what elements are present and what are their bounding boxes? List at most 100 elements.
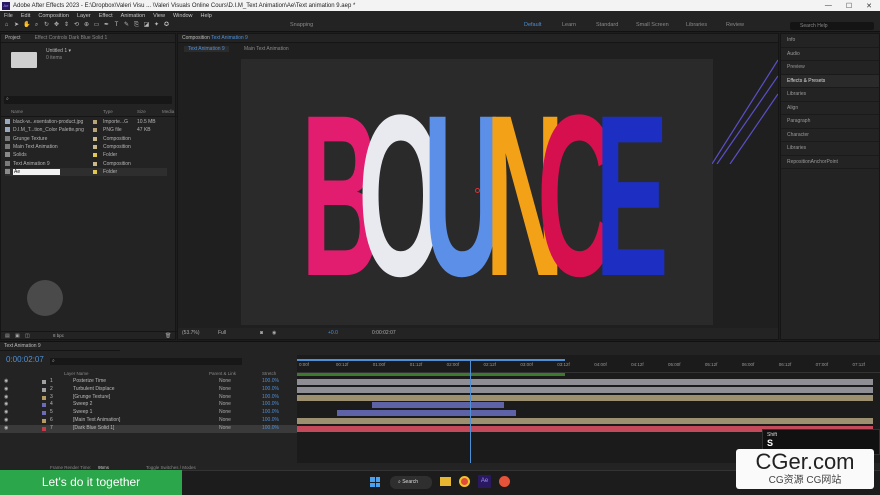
visibility-eye-icon[interactable]: ◉ [4, 394, 8, 402]
panel-character[interactable]: Character [781, 129, 879, 142]
menu-composition[interactable]: Composition [38, 13, 69, 19]
after-effects-taskbar-icon[interactable]: Ae [478, 475, 491, 488]
panel-audio[interactable]: Audio [781, 48, 879, 61]
timeline-timecode[interactable]: 0:00:02:07 [6, 355, 44, 364]
workspace-learn[interactable]: Learn [562, 22, 576, 28]
layer-color-swatch[interactable] [42, 419, 46, 423]
timeline-tab[interactable]: Text Animation 9 [4, 343, 41, 349]
type-tool-icon[interactable]: T [113, 22, 120, 29]
timeline-layer-row[interactable]: ◉ 2 Turbulent Displace None 100.0% [0, 386, 297, 394]
channel-icon[interactable]: ◉ [272, 328, 276, 339]
parent-dropdown[interactable]: None [219, 409, 231, 417]
layer-color-swatch[interactable] [42, 403, 46, 408]
zoom-dropdown[interactable]: (53.7%) [182, 328, 200, 339]
delete-icon[interactable]: 🗑 [165, 333, 171, 339]
col-type[interactable]: Type [103, 109, 113, 114]
composition-tab-name[interactable]: Text Animation 9 [211, 35, 248, 41]
parent-dropdown[interactable]: None [219, 401, 231, 409]
col-stretch[interactable]: Stretch [262, 371, 276, 376]
composition-viewer[interactable]: BOUNCE [241, 59, 713, 325]
panel-paragraph[interactable]: Paragraph [781, 115, 879, 129]
visibility-eye-icon[interactable]: ◉ [4, 378, 8, 386]
file-explorer-icon[interactable] [440, 477, 451, 486]
effect-controls-tab[interactable]: Effect Controls Dark Blue Solid 1 [35, 34, 108, 42]
stretch-value[interactable]: 100.0% [262, 425, 279, 433]
anchor-point-icon[interactable] [475, 188, 480, 193]
parent-dropdown[interactable]: None [219, 417, 231, 425]
timeline-layer-row[interactable]: ◉ 7 [Dark Blue Solid 1] None 100.0% [0, 424, 297, 433]
workspace-libraries[interactable]: Libraries [686, 22, 707, 28]
timeline-layer-row[interactable]: ◉ 5 Sweep 1 None 100.0% [0, 409, 297, 417]
layer-color-swatch[interactable] [42, 411, 46, 416]
project-row[interactable]: D.I.M_T...tion_Color Palette.png PNG file… [5, 126, 167, 134]
project-row[interactable]: Grunge Texture Composition [5, 135, 167, 143]
resolution-dropdown[interactable]: Full [218, 328, 226, 339]
project-row[interactable]: Solids Folder [5, 151, 167, 159]
project-tab[interactable]: Project [5, 34, 21, 42]
clone-tool-icon[interactable]: ⎘ [133, 22, 140, 29]
snapshot-icon[interactable]: ◙ [260, 328, 263, 339]
windows-start-icon[interactable] [370, 477, 380, 487]
snapping-toggle[interactable]: Snapping [290, 22, 313, 28]
col-name[interactable]: Name [11, 109, 23, 114]
parent-dropdown[interactable]: None [219, 378, 231, 386]
stretch-value[interactable]: 100.0% [262, 386, 279, 394]
taskbar-search[interactable]: ⌕ Search [390, 476, 432, 489]
time-ruler[interactable]: 0:00f 00:12f 01:00f 01:12f 02:00f 02:12f 03:00… [297, 361, 880, 373]
close-button[interactable]: ✕ [866, 2, 872, 10]
puppet-tool-icon[interactable]: ✪ [163, 22, 170, 29]
composition-tab-prefix[interactable]: Composition [182, 35, 210, 41]
visibility-eye-icon[interactable]: ◉ [4, 401, 8, 409]
panel-preview[interactable]: Preview [781, 61, 879, 75]
minimize-button[interactable]: — [825, 2, 832, 10]
hand-tool-icon[interactable]: ✋ [23, 22, 30, 29]
layer-name[interactable]: Sweep 2 [73, 401, 92, 409]
timeline-search-input[interactable]: ⌕ [50, 358, 242, 365]
workspace-default[interactable]: Default [524, 22, 541, 28]
stretch-value[interactable]: 100.0% [262, 394, 279, 402]
workspace-standard[interactable]: Standard [596, 22, 618, 28]
layer-name[interactable]: Turbulent Displace [73, 386, 115, 394]
maximize-button[interactable]: ☐ [846, 2, 852, 10]
col-size[interactable]: Size [137, 109, 146, 114]
menu-effect[interactable]: Effect [99, 13, 113, 19]
menu-window[interactable]: Window [173, 13, 193, 19]
layer-color-swatch[interactable] [42, 387, 46, 392]
new-composition-icon[interactable]: ◫ [25, 333, 30, 339]
col-layer-name[interactable]: Layer Name [64, 371, 89, 376]
stretch-value[interactable]: 100.0% [262, 378, 279, 386]
stretch-value[interactable]: 100.0% [262, 409, 279, 417]
bpc-label[interactable]: 8 bpc [53, 333, 64, 338]
subtab-main-text-animation[interactable]: Main Text Animation [244, 46, 289, 52]
layer-color-swatch[interactable] [42, 395, 46, 400]
timeline-layer-row[interactable]: ◉ 3 [Grunge Texture] None 100.0% [0, 394, 297, 402]
layer-color-swatch[interactable] [42, 380, 46, 384]
chrome-icon[interactable] [459, 476, 470, 487]
project-row[interactable]: Ae Folder [5, 167, 167, 176]
menu-file[interactable]: File [4, 13, 13, 19]
playhead[interactable] [470, 361, 471, 463]
panel-info[interactable]: Info [781, 34, 879, 48]
layer-duration-bar[interactable] [337, 410, 516, 417]
pen-tool-icon[interactable]: ✒ [103, 22, 110, 29]
project-row[interactable]: Text Animation 9 Composition [5, 160, 167, 168]
visibility-eye-icon[interactable]: ◉ [4, 409, 8, 417]
parent-dropdown[interactable]: None [219, 394, 231, 402]
selection-tool-icon[interactable]: ➤ [13, 22, 20, 29]
orbit-tool-icon[interactable]: ↻ [43, 22, 50, 29]
visibility-eye-icon[interactable]: ◉ [4, 386, 8, 394]
timeline-layer-row[interactable]: ◉ 6 [Main Text Animation] None 100.0% [0, 417, 297, 425]
menu-help[interactable]: Help [201, 13, 212, 19]
panel-libraries[interactable]: Libraries [781, 88, 879, 102]
interpret-footage-icon[interactable]: ▤ [5, 333, 10, 339]
layer-name[interactable]: Posterize Time [73, 378, 106, 386]
menu-edit[interactable]: Edit [21, 13, 30, 19]
anchor-tool-icon[interactable]: ⊕ [83, 22, 90, 29]
layer-name[interactable]: [Grunge Texture] [73, 394, 110, 402]
exposure-value[interactable]: +0.0 [328, 328, 338, 339]
project-row[interactable]: black-w...esentation-product.jpg Importe.… [5, 118, 167, 126]
parent-dropdown[interactable]: None [219, 386, 231, 394]
new-folder-icon[interactable]: ▣ [15, 333, 20, 339]
app-icon[interactable] [499, 476, 510, 487]
layer-duration-bar[interactable] [297, 394, 873, 401]
